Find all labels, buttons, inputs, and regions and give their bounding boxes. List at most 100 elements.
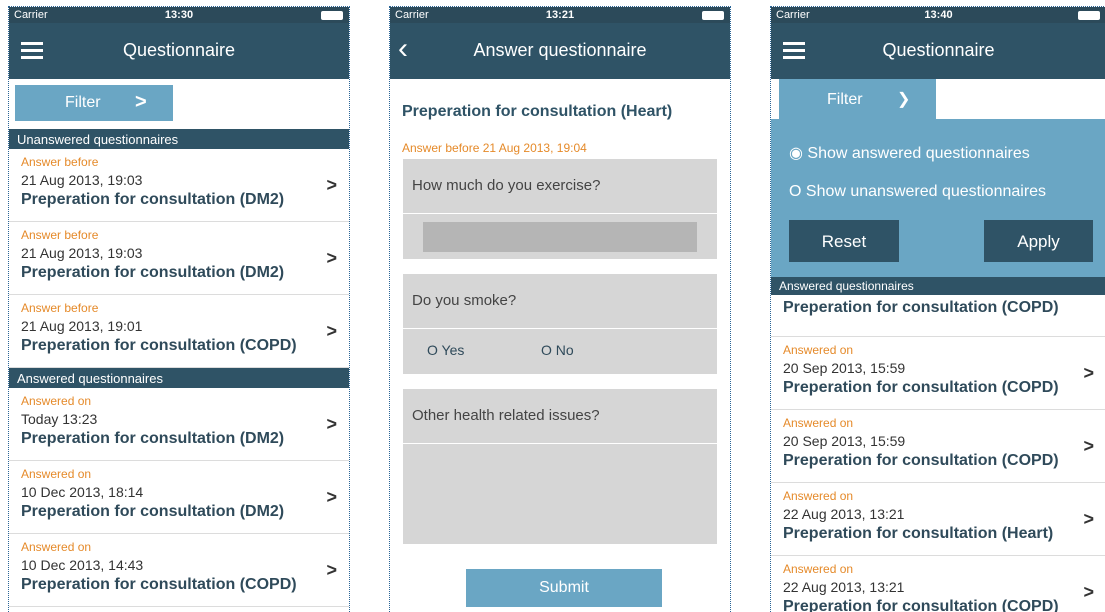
chevron-right-icon: > [1083,363,1094,383]
chevron-right-icon: > [1083,436,1094,456]
list-item[interactable]: Answer before 21 Aug 2013, 19:03 Prepera… [9,149,349,222]
question-text: How much do you exercise? [403,159,717,214]
list-item[interactable]: Answered on 10 Dec 2013, 14:43 Preperati… [9,534,349,607]
item-label: Answer before [21,301,99,315]
item-name: Preperation for consultation (COPD) [783,598,1059,612]
chevron-right-icon: > [135,91,147,113]
battery-icon [1078,11,1100,20]
answer-before-label: Answer before 21 Aug 2013, 19:04 [402,141,587,155]
chevron-right-icon: > [326,560,337,580]
chevron-right-icon: > [326,487,337,507]
filter-bar: Filter > [9,79,349,129]
chevron-right-icon: > [326,321,337,341]
status-time: 13:30 [164,9,194,21]
item-date: 22 Aug 2013, 13:21 [783,579,905,595]
filter-panel: Filter ❯ ◉ Show answered questionnaires … [771,79,1105,277]
nav-bar: Questionnaire [9,23,349,79]
item-date: 20 Sep 2013, 15:59 [783,433,906,449]
list-item[interactable]: Answer before 21 Aug 2013, 19:01 Prepera… [9,295,349,368]
list-item[interactable]: Answered on 20 Sep 2013, 15:59 Preperati… [771,410,1105,483]
health-issues-textarea[interactable] [403,444,717,544]
apply-button[interactable]: Apply [984,220,1093,262]
item-name: Preperation for consultation (COPD) [21,337,297,354]
item-name: Preperation for consultation (Heart) [783,525,1054,542]
item-label: Answered on [783,489,854,503]
item-name: Preperation for consultation (DM2) [21,430,285,447]
item-name: Preperation for consultation (DM2) [21,191,285,208]
battery-icon [702,11,724,20]
option-show-answered[interactable]: ◉ Show answered questionnaires [789,143,1030,163]
list-item[interactable]: Answered on 20 Sep 2013, 15:59 Preperati… [771,337,1105,410]
screen-answer-questionnaire: Carrier 13:21 ‹ Answer questionnaire Pre… [389,6,731,612]
screen-questionnaire-filter: Carrier 13:40 Questionnaire Filter ❯ ◉ S… [770,6,1105,612]
chevron-down-icon: ❯ [897,91,911,108]
item-label: Answer before [21,228,99,242]
nav-bar: Questionnaire [771,23,1105,79]
section-header-answered: Answered questionnaires [9,368,349,388]
battery-icon [321,11,343,20]
question-text: Other health related issues? [403,389,717,444]
item-label: Answered on [21,394,92,408]
item-label: Answered on [783,562,854,576]
screen-questionnaire-list: Carrier 13:30 Questionnaire Filter > Una… [8,6,350,612]
chevron-right-icon: > [326,248,337,268]
option-show-unanswered[interactable]: O Show unanswered questionnaires [789,183,1046,201]
list-item[interactable]: Answered on 22 Aug 2013, 13:21 Preperati… [771,556,1105,612]
filter-toggle[interactable]: Filter ❯ [779,79,936,119]
section-header-unanswered: Unanswered questionnaires [9,129,349,149]
chevron-right-icon: > [326,175,337,195]
reset-button[interactable]: Reset [789,220,899,262]
item-date: 10 Dec 2013, 18:14 [21,484,144,500]
status-time: 13:40 [924,9,953,21]
item-date: 21 Aug 2013, 19:01 [21,318,143,334]
item-name: Preperation for consultation (COPD) [21,576,297,593]
panel-gap [936,79,1105,119]
item-name: Preperation for consultation (DM2) [21,503,285,520]
list-item[interactable]: Preperation for consultation (COPD) [771,295,1105,337]
exercise-input[interactable] [423,222,697,252]
panel-gap [771,79,779,119]
filter-label: Filter [827,91,863,108]
form-title: Preperation for consultation (Heart) [402,103,673,120]
question-text: Do you smoke? [403,274,717,329]
list-item[interactable]: Answered on Today 13:23 Preperation for … [9,388,349,461]
item-name: Preperation for consultation (DM2) [21,264,285,281]
page-title: Questionnaire [122,40,236,60]
filter-button[interactable]: Filter > [15,85,173,121]
item-date: 10 Dec 2013, 14:43 [21,557,144,573]
status-bar: Carrier 13:40 [771,7,1105,23]
list-item[interactable]: Answer before 21 Aug 2013, 19:03 Prepera… [9,222,349,295]
chevron-right-icon: > [1083,509,1094,529]
item-date: Today 13:23 [21,411,98,427]
section-header-answered: Answered questionnaires [771,277,1105,295]
question-block: Do you smoke? O Yes O No [403,274,717,374]
answer-row [403,214,717,259]
item-label: Answered on [21,540,92,554]
answer-row: O Yes O No [403,329,717,374]
item-name: Preperation for consultation (COPD) [783,379,1059,396]
chevron-right-icon: > [326,414,337,434]
page-title: Answer questionnaire [473,40,647,60]
item-label: Answered on [21,467,92,481]
status-time: 13:21 [545,9,575,21]
question-block: Other health related issues? [403,389,717,544]
filter-label: Filter [65,94,101,111]
nav-bar: ‹ Answer questionnaire [390,23,730,79]
list-item[interactable]: Answered on 22 Aug 2013, 13:21 Preperati… [771,483,1105,556]
item-label: Answer before [21,155,99,169]
status-bar: Carrier 13:30 [9,7,349,23]
item-date: 21 Aug 2013, 19:03 [21,172,143,188]
item-name: Preperation for consultation (COPD) [783,452,1059,469]
question-block: How much do you exercise? [403,159,717,259]
item-date: 21 Aug 2013, 19:03 [21,245,143,261]
list-item[interactable]: Answered on 10 Dec 2013, 18:14 Preperati… [9,461,349,534]
no-radio[interactable]: O No [541,342,574,358]
item-date: 22 Aug 2013, 13:21 [783,506,905,522]
submit-button[interactable]: Submit [466,569,662,607]
item-date: 20 Sep 2013, 15:59 [783,360,906,376]
yes-radio[interactable]: O Yes [427,342,464,358]
item-label: Answered on [783,343,854,357]
item-label: Answered on [783,416,854,430]
chevron-right-icon: > [1083,582,1094,602]
page-title: Questionnaire [882,40,995,60]
